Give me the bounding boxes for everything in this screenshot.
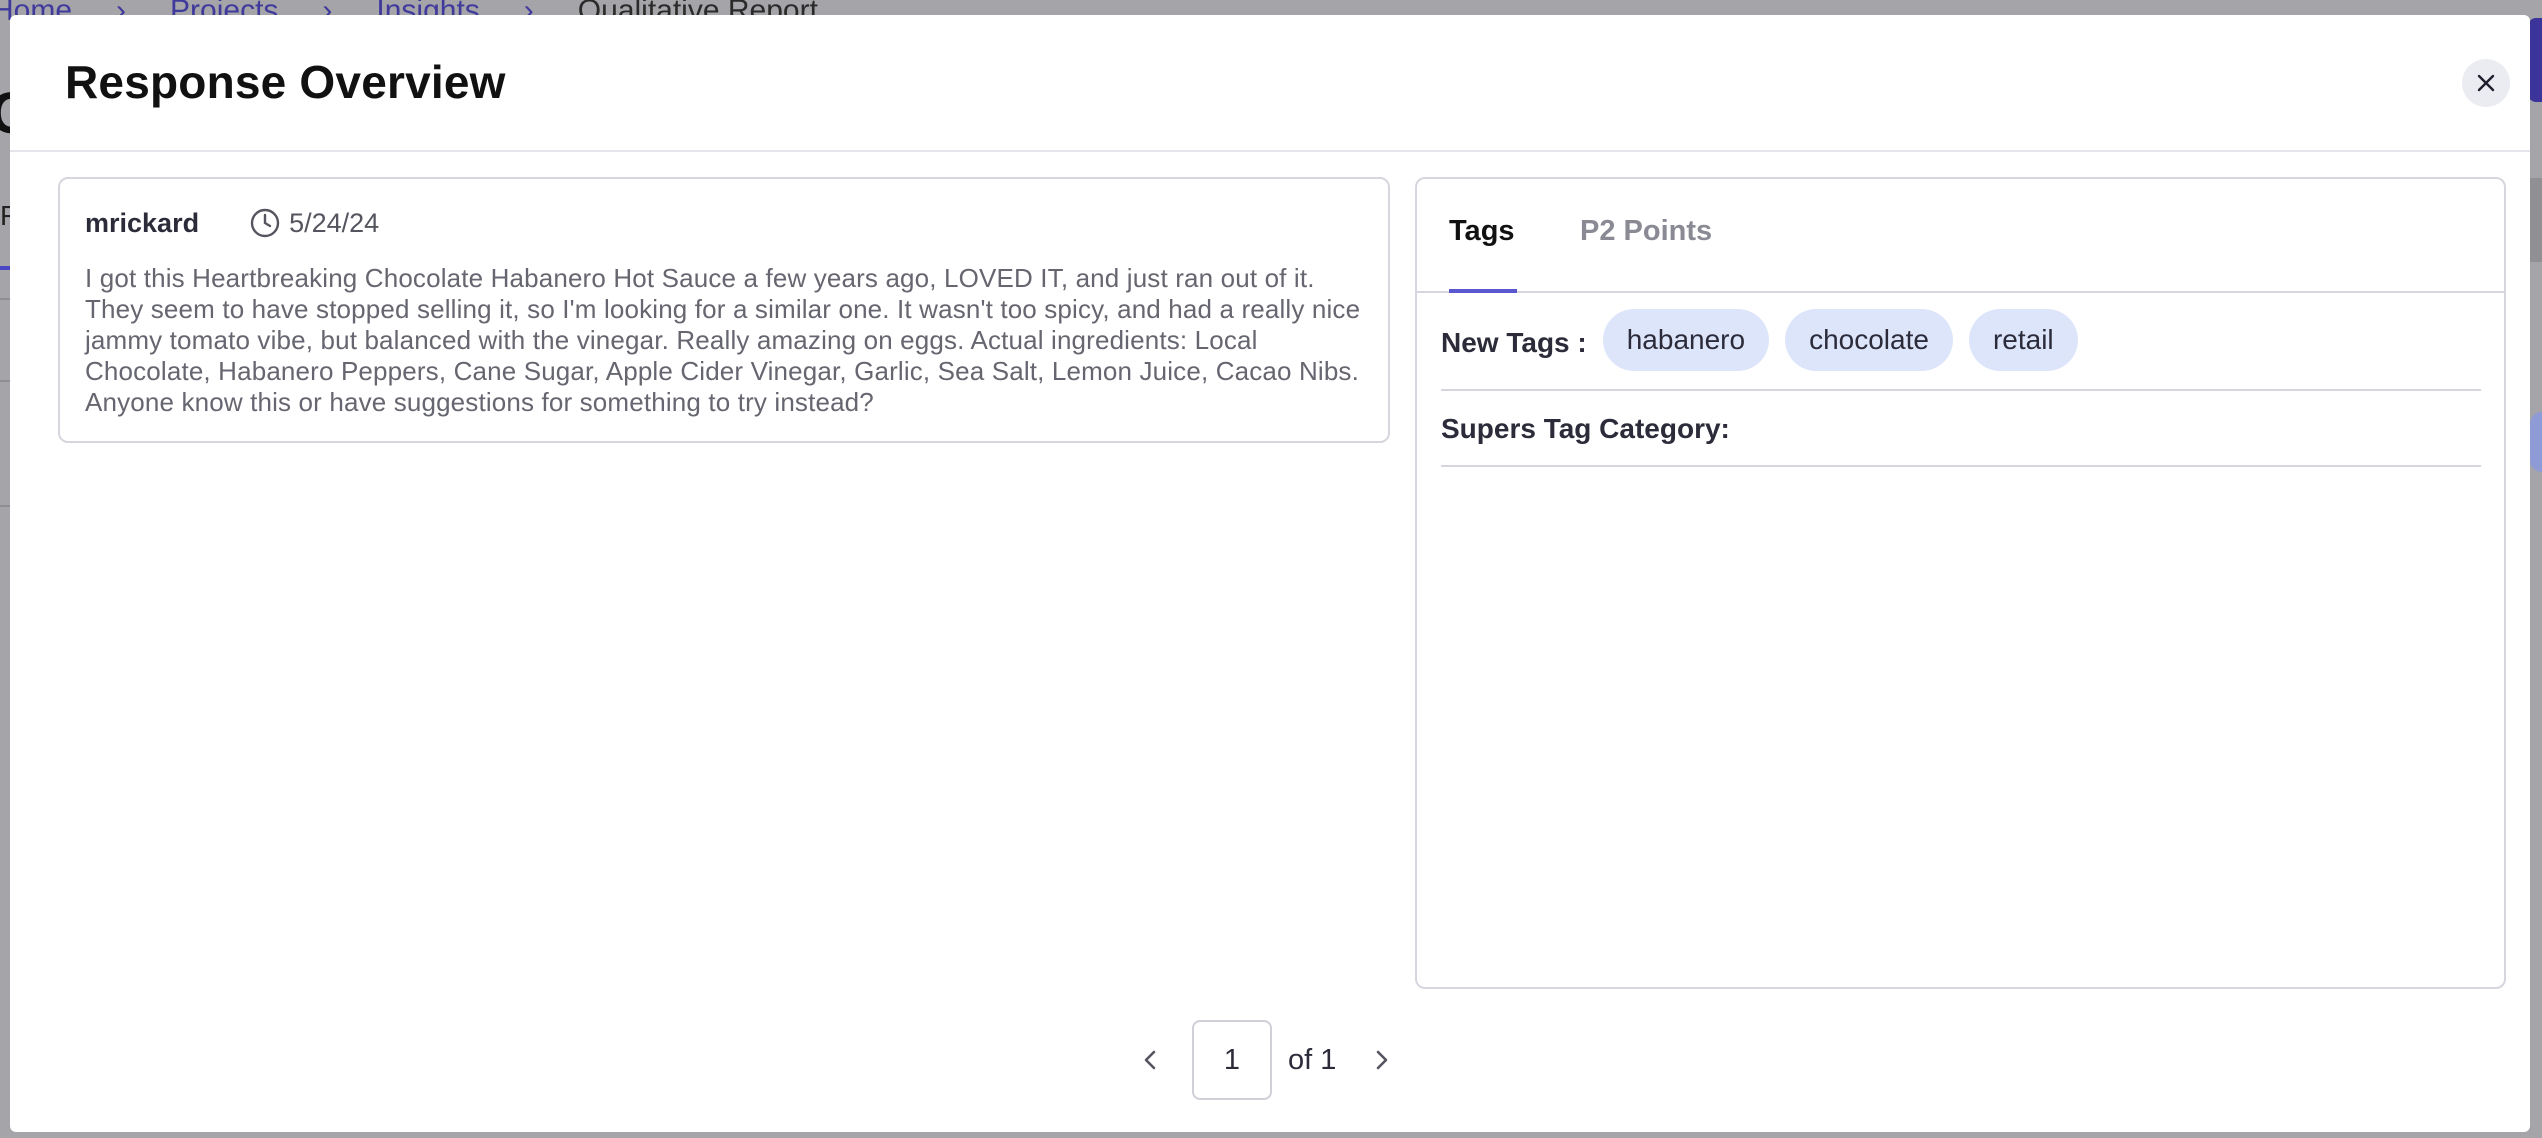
new-tags-label: New Tags : <box>1441 327 1587 358</box>
response-text: I got this Heartbreaking Chocolate Haban… <box>85 263 1361 417</box>
chevron-right-icon <box>1377 1050 1388 1070</box>
supers-tag-category-label: Supers Tag Category: <box>1441 413 1730 444</box>
tag-chips: habanero chocolate retail <box>1602 309 2078 371</box>
response-meta: mrickard 5/24/24 <box>85 207 379 239</box>
supers-tag-category-row: Supers Tag Category: <box>1441 393 2481 467</box>
tab-tags[interactable]: Tags <box>1449 215 1515 248</box>
page-total: of 1 <box>1288 1043 1337 1076</box>
tag-chip[interactable]: retail <box>1968 309 2078 371</box>
pagination: 1 of 1 <box>1128 1020 1404 1100</box>
close-icon <box>2477 74 2495 92</box>
response-author: mrickard <box>85 207 200 238</box>
modal-title: Response Overview <box>65 56 506 108</box>
previous-page-button[interactable] <box>1128 1037 1174 1083</box>
tab-bar: Tags P2 Points <box>1417 179 2504 293</box>
tags-panel: Tags P2 Points New Tags : habanero choco… <box>1415 177 2506 989</box>
pill-fragment <box>2530 412 2542 472</box>
close-button[interactable] <box>2462 59 2510 107</box>
response-date: 5/24/24 <box>289 207 380 238</box>
clock-icon <box>250 208 280 238</box>
tag-chip[interactable]: chocolate <box>1785 309 1953 371</box>
primary-button-fragment <box>2528 18 2542 102</box>
new-tags-row: New Tags : habanero chocolate retail <box>1441 309 2481 391</box>
tag-chip[interactable]: habanero <box>1602 309 1770 371</box>
page-number-input[interactable]: 1 <box>1192 1020 1272 1100</box>
chevron-left-icon <box>1144 1050 1156 1070</box>
active-tab-indicator <box>1449 289 1517 293</box>
modal-header: Response Overview <box>10 15 2530 152</box>
panel-fragment <box>2530 178 2542 262</box>
response-overview-modal: Response Overview mrickard 5/24/24 I got… <box>10 15 2530 1132</box>
next-page-button[interactable] <box>1358 1037 1404 1083</box>
tab-p2-points[interactable]: P2 Points <box>1580 215 1712 248</box>
response-card: mrickard 5/24/24 I got this Heartbreakin… <box>58 177 1390 443</box>
